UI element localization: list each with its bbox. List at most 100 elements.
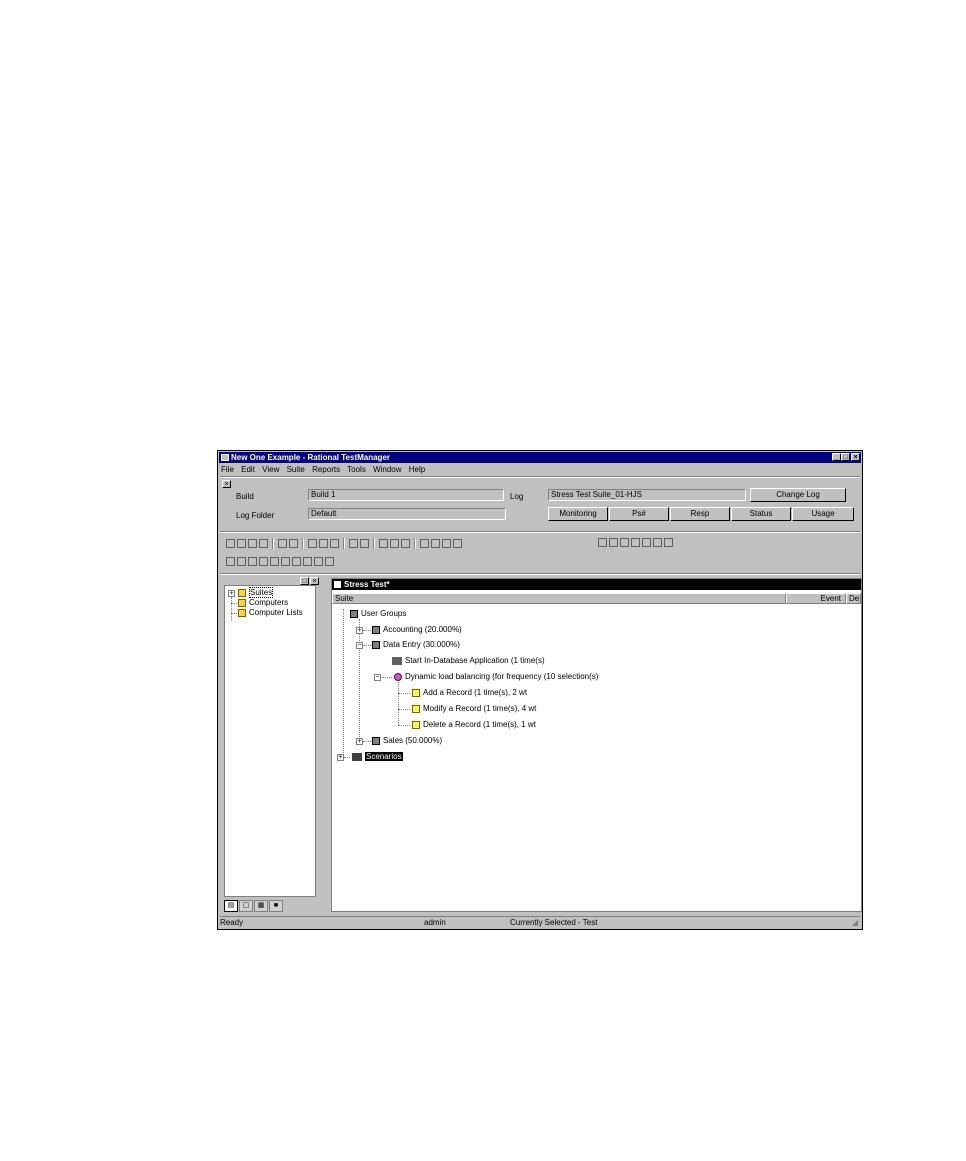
column-event[interactable]: Event: [786, 593, 846, 604]
tab-test-inputs-icon[interactable]: ▢: [239, 900, 253, 912]
tree-item-suites[interactable]: Suites: [238, 587, 274, 598]
insert-group-icon[interactable]: [420, 539, 429, 548]
build-field[interactable]: Build 1: [308, 489, 504, 501]
selector-item[interactable]: Dynamic load balancing (for frequency (1…: [394, 672, 598, 682]
monitoring-button[interactable]: Monitoring: [548, 507, 608, 521]
menu-help[interactable]: Help: [409, 465, 425, 474]
tab-execution-icon[interactable]: ▦: [254, 900, 268, 912]
new-icon[interactable]: [226, 539, 235, 548]
tree-line: [363, 630, 371, 631]
menu-window[interactable]: Window: [373, 465, 401, 474]
edit-icon[interactable]: [653, 538, 662, 547]
script-add-record[interactable]: Add a Record (1 time(s), 2 wt: [412, 688, 527, 698]
run-icon[interactable]: [349, 539, 358, 548]
minimize-icon[interactable]: _: [832, 453, 841, 461]
user-groups-node[interactable]: User Groups: [350, 609, 406, 619]
filter-icon[interactable]: [237, 557, 246, 566]
expand-scenarios-icon[interactable]: +: [337, 754, 344, 761]
tree-line: [363, 741, 371, 742]
check-all-icon[interactable]: [609, 538, 618, 547]
status-ready: Ready: [220, 918, 244, 927]
insert-scenario-icon[interactable]: [453, 539, 462, 548]
collapse-selector-icon[interactable]: −: [374, 674, 381, 681]
check-icon[interactable]: [598, 538, 607, 547]
title-bar: New One Example - Rational TestManager _…: [219, 452, 861, 463]
group-sales[interactable]: Sales (50.000%): [372, 736, 442, 746]
status-bar: Ready admin Currently Selected - Test ◢: [220, 916, 860, 928]
network-icon[interactable]: [620, 538, 629, 547]
globe-icon[interactable]: [303, 557, 312, 566]
save-icon[interactable]: [278, 539, 287, 548]
report-icon[interactable]: [270, 557, 279, 566]
chart-icon[interactable]: [281, 557, 290, 566]
script-modify-record[interactable]: Modify a Record (1 time(s), 4 wt: [412, 704, 536, 714]
build-label: Build: [236, 492, 254, 501]
table-icon[interactable]: [259, 557, 268, 566]
menu-suite[interactable]: Suite: [287, 465, 305, 474]
expand-accounting-icon[interactable]: +: [356, 627, 363, 634]
tree-line: [363, 645, 371, 646]
column-description[interactable]: De: [846, 593, 861, 604]
left-panel-close-icon[interactable]: ×: [310, 577, 319, 585]
tab-results-icon[interactable]: ■: [269, 900, 283, 912]
open-folder-icon[interactable]: [259, 539, 268, 548]
menu-bar: File Edit View Suite Reports Tools Windo…: [221, 464, 430, 475]
open-suite-icon[interactable]: [248, 539, 257, 548]
panel-close-icon[interactable]: ×: [222, 480, 231, 488]
tab-planning-icon[interactable]: ▤: [224, 900, 238, 912]
paste-icon[interactable]: [330, 539, 339, 548]
open-icon[interactable]: [237, 539, 246, 548]
expand-suites-icon[interactable]: +: [228, 590, 235, 597]
scenarios-node[interactable]: Scenarios: [352, 752, 403, 762]
ps-button[interactable]: Ps#: [609, 507, 669, 521]
asset-browser: + Suites Computers Computer Lists: [224, 585, 316, 897]
grid-icon[interactable]: [664, 538, 673, 547]
menu-reports[interactable]: Reports: [312, 465, 340, 474]
tree-line: [398, 725, 410, 726]
play-icon[interactable]: [390, 539, 399, 548]
maximize-icon[interactable]: □: [841, 453, 850, 461]
insert-script-icon[interactable]: [431, 539, 440, 548]
tree-item-computers[interactable]: Computers: [238, 598, 288, 608]
insert-selector-icon[interactable]: [442, 539, 451, 548]
collapse-data-entry-icon[interactable]: −: [356, 642, 363, 649]
column-suite[interactable]: Suite: [332, 593, 786, 604]
cut-icon[interactable]: [308, 539, 317, 548]
close-icon[interactable]: ×: [851, 453, 860, 461]
record-icon[interactable]: [379, 539, 388, 548]
resize-grip-icon[interactable]: ◢: [852, 917, 858, 928]
copy-icon[interactable]: [319, 539, 328, 548]
script-delete-record[interactable]: Delete a Record (1 time(s), 1 wt: [412, 720, 536, 730]
properties-icon[interactable]: [642, 538, 651, 547]
menu-view[interactable]: View: [262, 465, 279, 474]
group-data-entry[interactable]: Data Entry (30.000%): [372, 640, 460, 650]
usage-button[interactable]: Usage: [792, 507, 854, 521]
print-icon[interactable]: [360, 539, 369, 548]
menu-tools[interactable]: Tools: [347, 465, 366, 474]
status-button[interactable]: Status: [731, 507, 791, 521]
gear-icon[interactable]: [314, 557, 323, 566]
compare-icon[interactable]: [631, 538, 640, 547]
list-icon[interactable]: [226, 557, 235, 566]
menu-edit[interactable]: Edit: [241, 465, 255, 474]
sort-icon[interactable]: [248, 557, 257, 566]
toolbar-separator: [373, 538, 375, 549]
resp-button[interactable]: Resp: [670, 507, 730, 521]
document-icon: [334, 581, 341, 588]
change-log-button[interactable]: Change Log: [750, 488, 846, 502]
group-accounting[interactable]: Accounting (20.000%): [372, 625, 462, 635]
app-window: New One Example - Rational TestManager _…: [217, 450, 863, 930]
wand-icon[interactable]: [401, 539, 410, 548]
link-icon[interactable]: [292, 557, 301, 566]
tree-item-computer-lists[interactable]: Computer Lists: [238, 608, 303, 618]
menu-file[interactable]: File: [221, 465, 234, 474]
delay-item[interactable]: Start In-Database Application (1 time(s): [392, 656, 545, 666]
divider: [220, 476, 860, 478]
toolbar-separator: [343, 538, 345, 549]
log-folder-field[interactable]: Default: [308, 508, 506, 520]
save-all-icon[interactable]: [289, 539, 298, 548]
expand-sales-icon[interactable]: +: [356, 738, 363, 745]
refresh-icon[interactable]: [325, 557, 334, 566]
left-panel-restore-icon[interactable]: □: [300, 577, 309, 585]
log-field[interactable]: Stress Test Suite_01-HJS: [548, 489, 746, 501]
